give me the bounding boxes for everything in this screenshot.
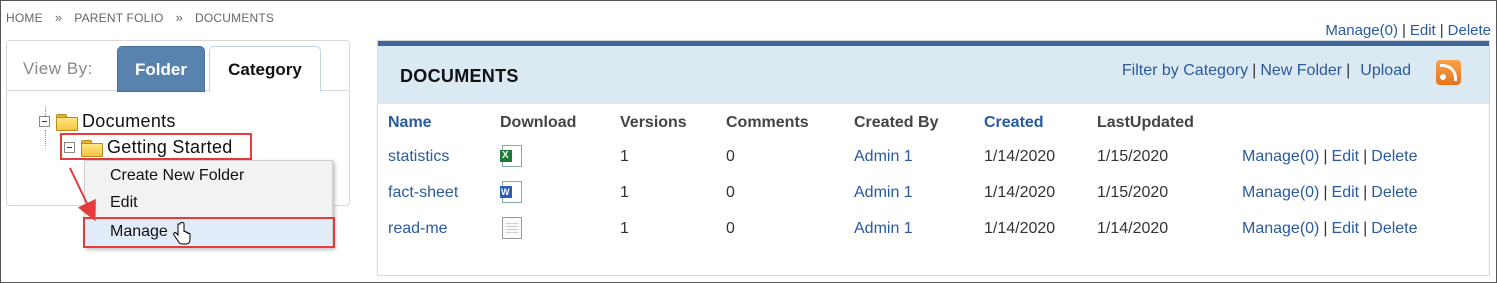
column-header-last-updated: LastUpdated (1097, 114, 1194, 131)
tab-folder[interactable]: Folder (117, 46, 205, 92)
manage-link[interactable]: Manage(0) (1325, 22, 1398, 39)
highlight-getting-started (60, 133, 252, 160)
edit-link[interactable]: Edit (1332, 184, 1360, 201)
view-by-label: View By: (23, 59, 93, 78)
pipe-divider: | (1323, 184, 1328, 201)
delete-link[interactable]: Delete (1371, 220, 1417, 237)
created-date: 1/14/2020 (984, 148, 1056, 165)
last-updated-date: 1/14/2020 (1097, 220, 1169, 237)
top-actions: Manage(0) | Edit | Delete (1325, 22, 1491, 39)
breadcrumb-separator: » (175, 10, 183, 25)
column-header-created[interactable]: Created (984, 114, 1044, 132)
comments-value: 0 (726, 220, 735, 237)
row-actions: Manage(0) | Edit | Delete (1242, 184, 1418, 202)
versions-value: 1 (620, 148, 629, 165)
excel-file-icon[interactable] (500, 145, 522, 167)
breadcrumb-separator: » (54, 10, 63, 25)
versions-value: 1 (620, 220, 629, 237)
menu-item-create-new-folder[interactable]: Create New Folder (85, 163, 332, 189)
delete-link[interactable]: Delete (1371, 184, 1417, 201)
created-date: 1/14/2020 (984, 184, 1056, 201)
manage-link[interactable]: Manage(0) (1242, 148, 1319, 165)
upload-link[interactable]: Upload (1360, 62, 1411, 79)
column-header-name[interactable]: Name (388, 114, 432, 132)
text-file-icon[interactable] (502, 217, 522, 239)
delete-link[interactable]: Delete (1371, 148, 1417, 165)
column-header-versions: Versions (620, 114, 687, 131)
new-folder-link[interactable]: New Folder (1260, 62, 1342, 79)
rss-icon[interactable] (1436, 60, 1461, 85)
created-by-link[interactable]: Admin 1 (854, 148, 913, 166)
document-name-link[interactable]: statistics (388, 148, 449, 166)
menu-item-edit[interactable]: Edit (85, 190, 332, 216)
row-actions: Manage(0) | Edit | Delete (1242, 220, 1418, 238)
tree-node-label: Documents (82, 110, 176, 131)
edit-link[interactable]: Edit (1410, 22, 1436, 39)
versions-value: 1 (620, 184, 629, 201)
edit-link[interactable]: Edit (1332, 220, 1360, 237)
comments-value: 0 (726, 148, 735, 165)
pipe-divider: | (1363, 220, 1368, 237)
column-header-created-by: Created By (854, 114, 939, 131)
word-file-icon[interactable] (500, 181, 522, 203)
pipe-divider: | (1363, 148, 1368, 165)
manage-link[interactable]: Manage(0) (1242, 220, 1319, 237)
document-name-link[interactable]: fact-sheet (388, 184, 458, 202)
documents-panel: DOCUMENTS Filter by Category | New Folder |… (377, 40, 1490, 276)
column-header-comments: Comments (726, 114, 809, 131)
breadcrumb-documents: DOCUMENTS (195, 11, 275, 25)
comments-value: 0 (726, 184, 735, 201)
pipe-divider: | (1323, 148, 1328, 165)
documents-header: DOCUMENTS Filter by Category | New Folder |… (378, 46, 1489, 104)
tree-node-documents[interactable]: Documents (39, 110, 176, 132)
tab-category[interactable]: Category (209, 46, 321, 92)
view-by-tabs: View By: Folder Category (7, 41, 349, 92)
column-header-download: Download (500, 114, 577, 131)
pipe-divider: | (1401, 22, 1406, 39)
documents-actions: Filter by Category | New Folder | Upload (1122, 62, 1411, 80)
pipe-divider: | (1363, 184, 1368, 201)
manage-link[interactable]: Manage(0) (1242, 184, 1319, 201)
hand-cursor-icon (173, 222, 191, 245)
filter-by-category-link[interactable]: Filter by Category (1122, 62, 1248, 79)
collapse-icon[interactable] (39, 115, 50, 127)
document-name-link[interactable]: read-me (388, 220, 448, 238)
highlight-manage (83, 217, 335, 248)
breadcrumb-parent-folio[interactable]: PARENT FOLIO (74, 11, 163, 25)
created-by-link[interactable]: Admin 1 (854, 220, 913, 238)
edit-link[interactable]: Edit (1332, 148, 1360, 165)
last-updated-date: 1/15/2020 (1097, 184, 1169, 201)
pipe-divider: | (1323, 220, 1328, 237)
breadcrumb-home[interactable]: HOME (6, 11, 43, 25)
pipe-divider: | (1439, 22, 1444, 39)
created-by-link[interactable]: Admin 1 (854, 184, 913, 202)
last-updated-date: 1/15/2020 (1097, 148, 1169, 165)
row-actions: Manage(0) | Edit | Delete (1242, 148, 1418, 166)
delete-link[interactable]: Delete (1448, 22, 1491, 39)
created-date: 1/14/2020 (984, 220, 1056, 237)
folder-icon (56, 113, 78, 131)
breadcrumb: HOME » PARENT FOLIO » DOCUMENTS (6, 10, 274, 25)
documents-title: DOCUMENTS (400, 66, 519, 86)
tree-connector (45, 130, 46, 146)
pipe-divider: | (1252, 62, 1257, 79)
pipe-divider: | (1346, 62, 1351, 79)
